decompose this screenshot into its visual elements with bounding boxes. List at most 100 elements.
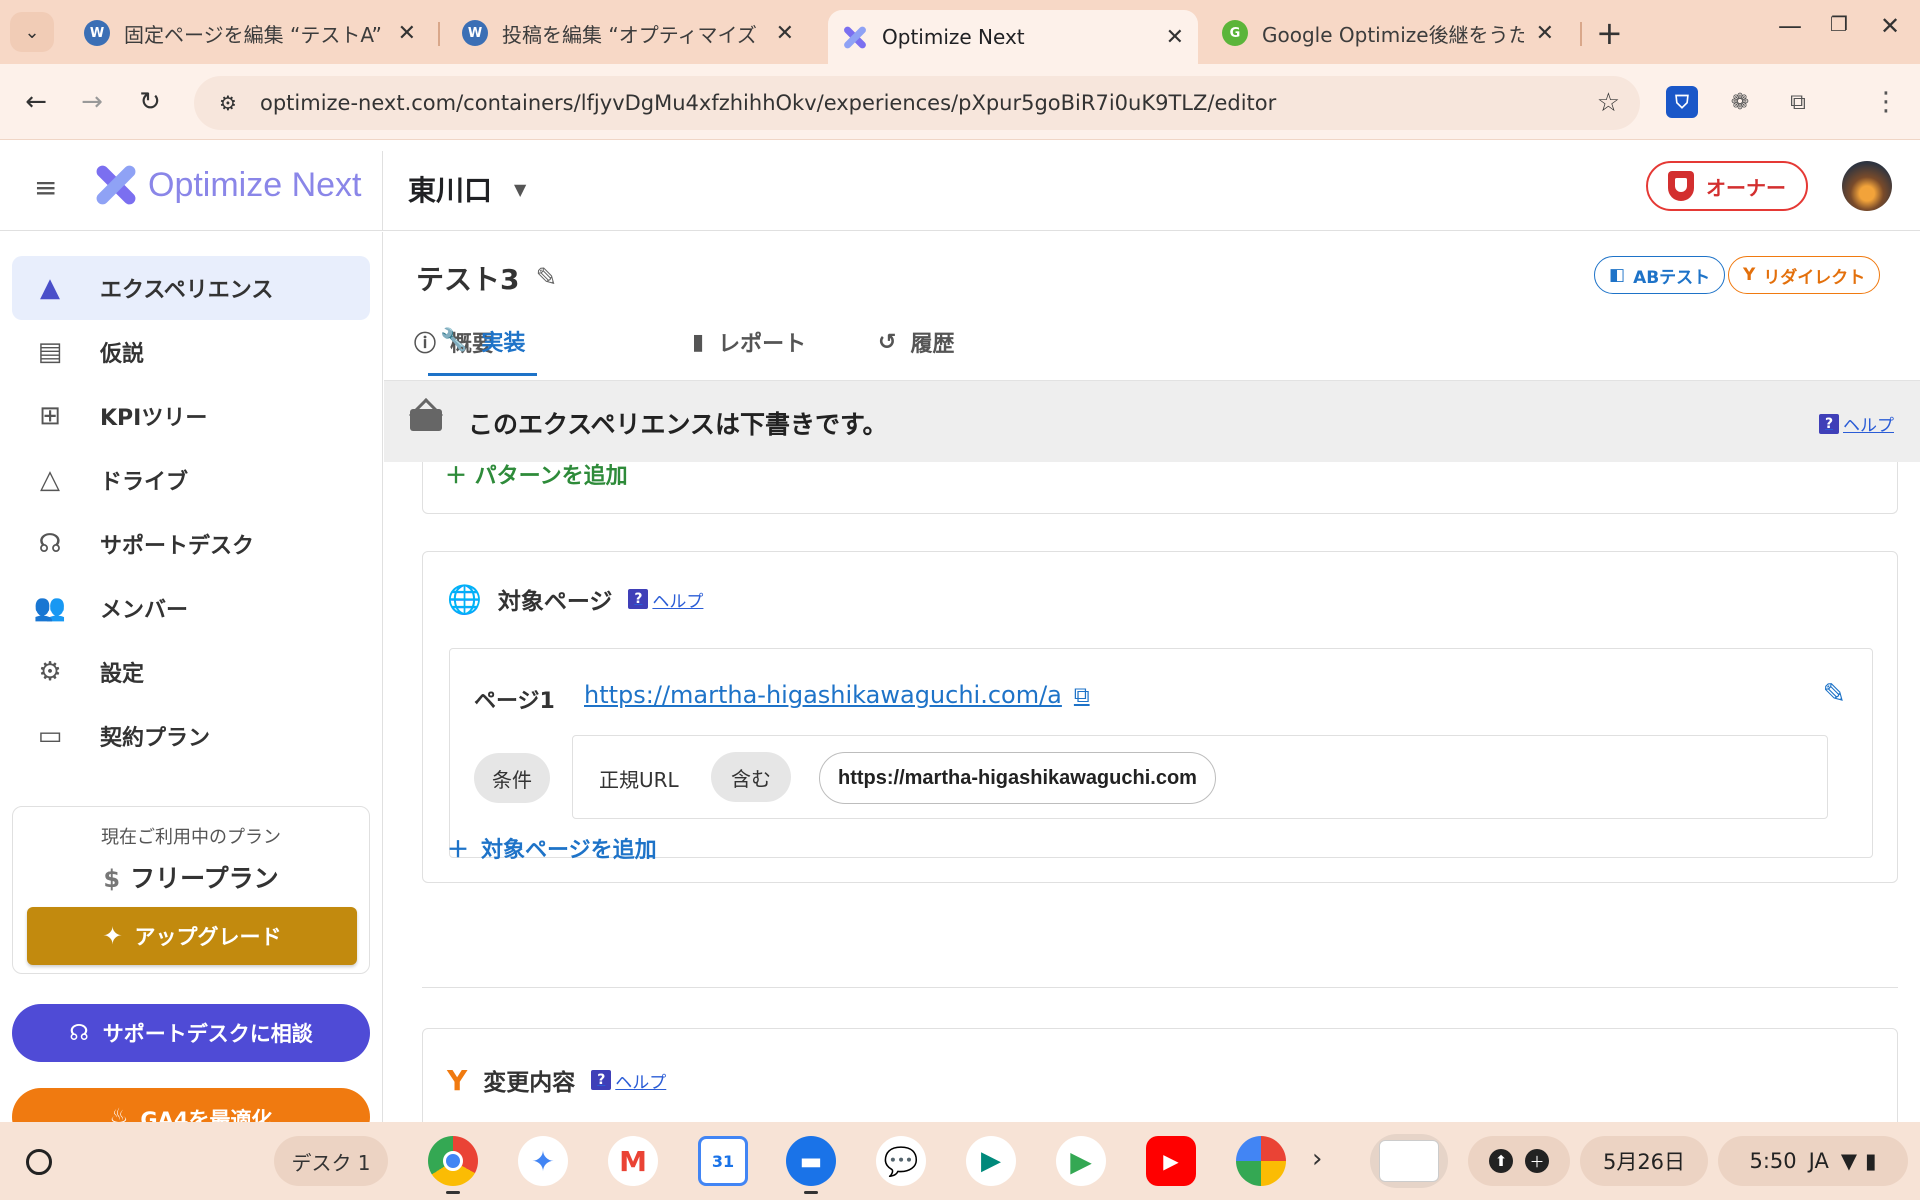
bookmark-star-icon[interactable]: ☆ [1597, 88, 1620, 118]
desk-switcher[interactable]: デスク 1 [274, 1136, 388, 1186]
restore-icon[interactable]: ❐ [1830, 12, 1848, 36]
menu-collapse-icon[interactable]: ≡ [34, 171, 57, 204]
changes-card: Y 変更内容 ? ヘルプ [422, 1028, 1898, 1122]
youtube-icon[interactable]: ▶ [1146, 1136, 1196, 1186]
tab-history[interactable]: ↺ 履歴 [878, 308, 954, 376]
window-preview[interactable] [1370, 1134, 1448, 1188]
caret-down-icon: ▼ [514, 179, 527, 199]
ga4-label: GA4を最適化 [140, 1108, 273, 1122]
photos-icon[interactable] [1236, 1136, 1286, 1186]
page-url-link[interactable]: https://martha-higashikawaguchi.com/a ⧉ [584, 681, 1090, 709]
tab-implementation-inner[interactable]: 🔧 実装 [428, 308, 538, 376]
logo-text: Optimize Next [148, 165, 362, 204]
tab-search-button[interactable]: ⌄ [10, 12, 54, 52]
section-divider [422, 987, 1898, 988]
workspace-selector[interactable]: 東川口 ▼ [408, 169, 526, 209]
tab-label: レポート [718, 332, 807, 357]
close-icon[interactable]: ✕ [1166, 25, 1184, 50]
site-info-icon[interactable]: ⚙ [208, 91, 248, 115]
sidebar-item-label: 契約プラン [100, 726, 211, 751]
upload-icon: ⬆ [1489, 1149, 1513, 1173]
add-circle-icon: ＋ [1525, 1149, 1549, 1173]
target-pages-card: 🌐 対象ページ ? ヘルプ ページ1 https://martha-higash… [422, 551, 1898, 883]
puzzle-icon[interactable]: ⧉ [1782, 86, 1814, 118]
close-icon[interactable]: ✕ [398, 21, 416, 46]
globe-icon: 🌐 [447, 582, 482, 616]
sidebar-item-hypothesis[interactable]: ▤ 仮説 [12, 320, 370, 384]
browser-tab-1[interactable]: W 固定ページを編集 “テストA” ‹ 東川口 — W ✕ [70, 10, 430, 56]
tab-title: 固定ページを編集 “テストA” ‹ 東川口 — W [124, 22, 386, 47]
add-pattern-label: パターンを追加 [474, 464, 628, 489]
add-pattern-button[interactable]: ＋ パターンを追加 [445, 458, 628, 490]
owner-role-badge[interactable]: オーナー [1646, 161, 1808, 211]
play-store-icon[interactable]: ▶ [1056, 1136, 1106, 1186]
forward-icon[interactable]: → [72, 82, 112, 122]
sidebar-item-experiences[interactable]: ▲ エクスペリエンス [12, 256, 370, 320]
bar-chart-icon: ▮ [692, 329, 705, 355]
system-tray[interactable]: 5:50 JA ▼ ▮ [1718, 1136, 1908, 1186]
minimize-icon[interactable]: — [1778, 12, 1802, 40]
help-link[interactable]: ? ヘルプ [628, 587, 703, 612]
tray-status-icons[interactable]: ⬆ ＋ [1468, 1136, 1570, 1186]
flask-icon: ▲ [40, 273, 60, 303]
shield-icon [1668, 171, 1694, 201]
files-icon[interactable]: ▬ [786, 1136, 836, 1194]
close-icon[interactable]: ✕ [776, 21, 794, 46]
ga4-optimize-button[interactable]: ♨ GA4を最適化 [12, 1088, 370, 1122]
browser-tab-3[interactable]: Optimize Next ✕ [828, 10, 1198, 64]
tab-label: 履歴 [910, 332, 955, 357]
plan-caption: 現在ご利用中のプラン [101, 827, 281, 848]
tab-title: Google Optimize後継をうたう [1262, 22, 1524, 47]
window-close-icon[interactable]: ✕ [1880, 12, 1900, 40]
meet-icon[interactable]: ▶ [966, 1136, 1016, 1186]
plus-icon: ＋ [447, 838, 470, 863]
address-bar[interactable]: ⚙ optimize-next.com/containers/lfjyvDgMu… [194, 76, 1640, 130]
calendar-icon[interactable]: 31 [698, 1136, 748, 1186]
sidebar-item-members[interactable]: 👥 メンバー [12, 576, 370, 640]
url-text[interactable]: optimize-next.com/containers/lfjyvDgMu4x… [260, 91, 1276, 115]
upgrade-button[interactable]: ✦ アップグレード [27, 907, 357, 965]
gmail-icon[interactable]: M [608, 1136, 658, 1186]
support-desk-button[interactable]: ☊ サポートデスクに相談 [12, 1004, 370, 1062]
password-manager-extension-icon[interactable]: ⛉ [1666, 86, 1698, 118]
sidebar-item-drive[interactable]: △ ドライブ [12, 448, 370, 512]
more-vert-icon[interactable]: ⋮ [1870, 86, 1902, 118]
back-icon[interactable]: ← [16, 82, 56, 122]
sidebar-item-settings[interactable]: ⚙ 設定 [12, 640, 370, 704]
gemini-icon[interactable]: ✦ [518, 1136, 568, 1186]
add-target-page-button[interactable]: ＋ 対象ページを追加 [447, 832, 657, 864]
help-link[interactable]: ? ヘルプ [1819, 411, 1894, 436]
ime-indicator: JA [1808, 1149, 1829, 1173]
page-url[interactable]: https://martha-higashikawaguchi.com/a [584, 681, 1062, 709]
condition-operator: 含む [711, 752, 791, 802]
close-icon[interactable]: ✕ [1536, 21, 1554, 46]
ab-test-chip: ◧ ABテスト [1594, 256, 1726, 294]
workspace-name: 東川口 [408, 174, 493, 207]
running-indicator [804, 1191, 818, 1194]
date-pill[interactable]: 5月26日 [1580, 1136, 1708, 1186]
launcher-icon[interactable] [26, 1149, 52, 1175]
messages-icon[interactable]: 💬 [876, 1136, 926, 1186]
tab-report[interactable]: ▮ レポート [692, 308, 806, 376]
os-shelf: デスク 1 ✦ M 31 ▬ 💬 ▶ ▶ ▶ › ⬆ ＋ 5月26日 5:50 … [0, 1122, 1920, 1200]
help-link[interactable]: ? ヘルプ [591, 1068, 666, 1093]
sidebar-item-support-desk[interactable]: ☊ サポートデスク [12, 512, 370, 576]
app-logo[interactable]: Optimize Next [94, 163, 362, 207]
extension-icon[interactable]: ❁ [1724, 86, 1756, 118]
reload-icon[interactable]: ↻ [130, 82, 170, 122]
chrome-icon[interactable] [428, 1136, 478, 1194]
edit-pencil-icon[interactable]: ✎ [1823, 677, 1846, 710]
browser-tab-2[interactable]: W 投稿を編集 “オプティマイズ ✕ [448, 10, 808, 56]
chevron-right-icon[interactable]: › [1312, 1144, 1322, 1174]
open-in-new-icon[interactable]: ⧉ [1074, 683, 1090, 708]
new-tab-button[interactable]: + [1596, 14, 1623, 52]
role-label: オーナー [1706, 175, 1786, 200]
browser-tab-4[interactable]: G Google Optimize後継をうたう ✕ [1208, 10, 1568, 56]
condition-field: 正規URL [599, 768, 679, 792]
edit-pencil-icon[interactable]: ✎ [535, 263, 557, 293]
target-page-item: ページ1 https://martha-higashikawaguchi.com… [449, 648, 1873, 858]
avatar[interactable] [1842, 161, 1892, 211]
sidebar-item-plan[interactable]: ▭ 契約プラン [12, 704, 370, 768]
sidebar-item-label: メンバー [100, 598, 189, 623]
sidebar-item-kpi-tree[interactable]: ⊞ KPIツリー [12, 384, 370, 448]
